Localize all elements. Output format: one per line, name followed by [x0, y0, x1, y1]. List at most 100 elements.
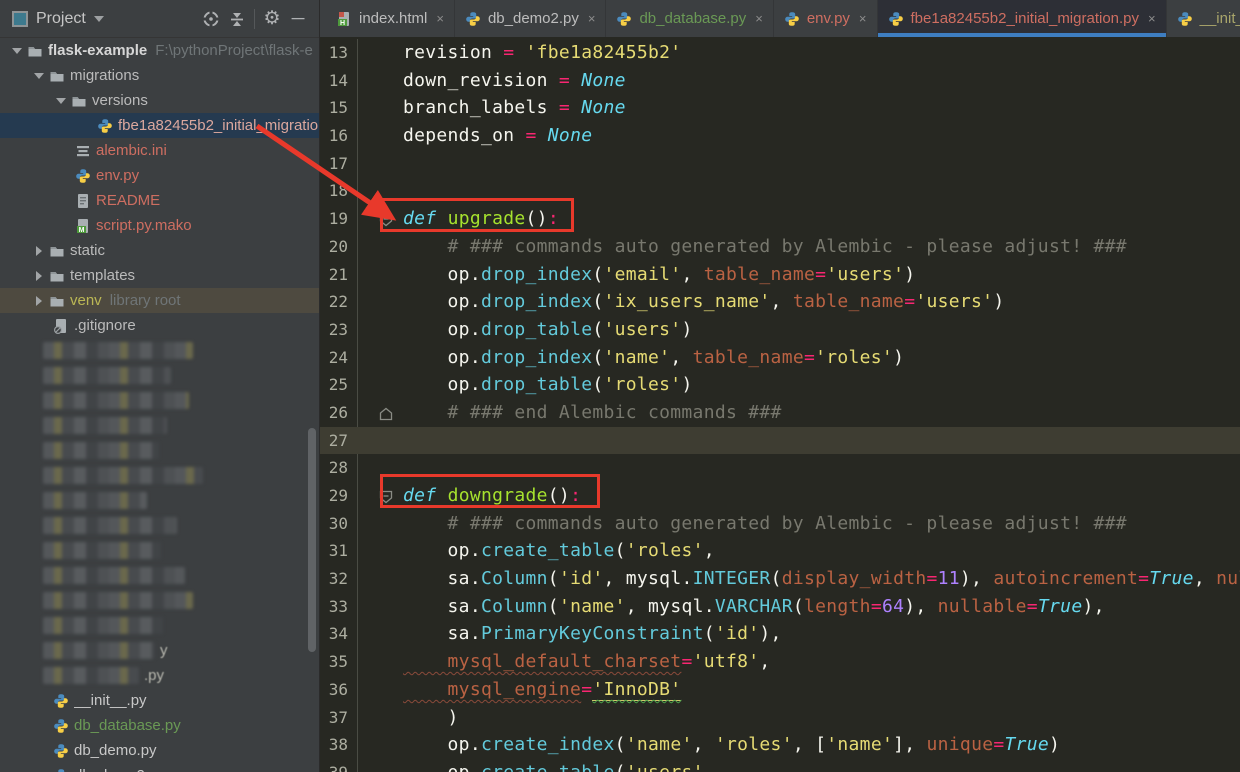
tree-item-db-demo-py[interactable]: db_demo.py	[0, 738, 319, 763]
tree-item-label: .gitignore	[74, 317, 136, 334]
tree-item-redacted[interactable]	[0, 588, 319, 613]
tree-item-readme[interactable]: README	[0, 188, 319, 213]
code-token: op.	[403, 762, 481, 772]
code-token: ,	[703, 540, 715, 562]
code-line-27[interactable]: 27	[320, 426, 1240, 455]
tree-item-flask-example[interactable]: flask-example F:\pythonProject\flask-e	[0, 38, 319, 63]
tree-item-redacted[interactable]	[0, 363, 319, 388]
tree-item-versions[interactable]: versions	[0, 88, 319, 113]
code-line-34[interactable]: 34 sa.PrimaryKeyConstraint('id'),	[320, 620, 1240, 648]
code-line-30[interactable]: 30 # ### commands auto generated by Alem…	[320, 510, 1240, 538]
code-token: # ### commands auto generated by Alembic…	[403, 235, 1127, 257]
code-line-20[interactable]: 20 # ### commands auto generated by Alem…	[320, 233, 1240, 261]
chevron-collapsed-icon[interactable]	[30, 270, 48, 281]
code-token: create_table	[481, 762, 615, 772]
project-tree-scrollbar[interactable]	[308, 428, 316, 652]
tree-item-redacted[interactable]	[0, 388, 319, 413]
tree-item-static[interactable]: static	[0, 238, 319, 263]
tree-item-redacted[interactable]	[0, 513, 319, 538]
code-line-15[interactable]: 15 branch_labels = None	[320, 94, 1240, 122]
code-line-24[interactable]: 24 op.drop_index('name', table_name='rol…	[320, 344, 1240, 372]
code-text: down_revision = None	[403, 67, 626, 95]
tab-db-demo2-py[interactable]: db_demo2.py ×	[455, 0, 607, 37]
tab-close-icon[interactable]: ×	[1148, 11, 1156, 26]
code-line-36[interactable]: 36 mysql_engine='InnoDB'	[320, 676, 1240, 704]
chevron-expanded-icon[interactable]	[8, 47, 26, 54]
code-line-33[interactable]: 33 sa.Column('name', mysql.VARCHAR(lengt…	[320, 593, 1240, 621]
code-line-35[interactable]: 35 mysql_default_charset='utf8',	[320, 648, 1240, 676]
tree-item-redacted[interactable]	[0, 338, 319, 363]
tab-close-icon[interactable]: ×	[859, 11, 867, 26]
tree-item-redacted[interactable]	[0, 463, 319, 488]
line-number: 33	[328, 596, 348, 616]
python-file-icon	[74, 168, 92, 184]
tab-close-icon[interactable]: ×	[755, 11, 763, 26]
tab-fbe1a82455b2-initial-migration-py[interactable]: fbe1a82455b2_initial_migration.py ×	[877, 0, 1167, 37]
tab-label: db_demo2.py	[487, 10, 579, 27]
code-token: )	[681, 318, 693, 340]
tree-item--gitignore[interactable]: .gitignore	[0, 313, 319, 338]
chevron-collapsed-icon[interactable]	[30, 245, 48, 256]
code-editor[interactable]: 13 revision = 'fbe1a82455b2' 14 down_revisi…	[320, 37, 1240, 772]
code-token: length	[803, 595, 871, 617]
tree-item-redacted[interactable]: .py	[0, 663, 319, 688]
tab-close-icon[interactable]: ×	[436, 11, 444, 26]
tree-item-redacted[interactable]	[0, 488, 319, 513]
tree-item-redacted[interactable]: y	[0, 638, 319, 663]
code-line-16[interactable]: 16 depends_on = None	[320, 122, 1240, 150]
tree-item-script-py-mako[interactable]: Mscript.py.mako	[0, 213, 319, 238]
code-line-37[interactable]: 37 )	[320, 704, 1240, 732]
code-line-22[interactable]: 22 op.drop_index('ix_users_name', table_…	[320, 288, 1240, 316]
locate-file-icon[interactable]	[198, 7, 224, 31]
tree-item-label: venv	[70, 292, 102, 309]
tree-item-templates[interactable]: templates	[0, 263, 319, 288]
code-line-39[interactable]: 39 op.create_table('users',	[320, 759, 1240, 772]
code-line-14[interactable]: 14 down_revision = None	[320, 67, 1240, 95]
tab-db-database-py[interactable]: db_database.py ×	[606, 0, 774, 37]
toolbar-divider	[254, 8, 255, 29]
code-token: table_name	[703, 263, 816, 285]
chevron-expanded-icon[interactable]	[30, 72, 48, 79]
tree-item-redacted[interactable]	[0, 613, 319, 638]
chevron-collapsed-icon[interactable]	[30, 295, 48, 306]
code-line-25[interactable]: 25 op.drop_table('roles')	[320, 371, 1240, 399]
code-text: )	[403, 704, 459, 732]
code-token: drop_table	[480, 318, 593, 340]
project-panel-title[interactable]: Project	[36, 10, 86, 28]
settings-gear-icon[interactable]: ⚙	[259, 7, 285, 31]
chevron-down-icon[interactable]	[93, 15, 104, 22]
code-text: mysql_default_charset='utf8',	[403, 648, 771, 676]
code-line-32[interactable]: 32 sa.Column('id', mysql.INTEGER(display…	[320, 565, 1240, 593]
tree-item-redacted[interactable]	[0, 563, 319, 588]
code-line-23[interactable]: 23 op.drop_table('users')	[320, 316, 1240, 344]
chevron-expanded-icon[interactable]	[52, 97, 70, 104]
code-token: op.	[403, 346, 481, 368]
python-file-icon	[96, 118, 114, 134]
tree-item-redacted[interactable]	[0, 413, 319, 438]
code-line-31[interactable]: 31 op.create_table('roles',	[320, 537, 1240, 565]
hide-panel-icon[interactable]: ─	[285, 7, 311, 31]
collapse-all-icon[interactable]	[224, 7, 250, 31]
code-line-21[interactable]: 21 op.drop_index('email', table_name='us…	[320, 261, 1240, 289]
code-line-13[interactable]: 13 revision = 'fbe1a82455b2'	[320, 39, 1240, 67]
tree-item-db-database-py[interactable]: db_database.py	[0, 713, 319, 738]
tree-item--init-py[interactable]: __init__.py	[0, 688, 319, 713]
tree-item-redacted[interactable]	[0, 438, 319, 463]
tree-item-fbe1a82455b2-initial-migration-py[interactable]: fbe1a82455b2_initial_migration.py	[0, 113, 319, 138]
tree-item-redacted[interactable]	[0, 538, 319, 563]
tree-item-db-demo2-py[interactable]: db_demo2.py	[0, 763, 319, 772]
code-line-26[interactable]: 26 # ### end Alembic commands ###	[320, 399, 1240, 427]
tab-close-icon[interactable]: ×	[588, 11, 596, 26]
code-line-17[interactable]: 17	[320, 150, 1240, 178]
tab-index-html[interactable]: Hindex.html ×	[326, 0, 455, 37]
tree-item-env-py[interactable]: env.py	[0, 163, 319, 188]
tab-env-py[interactable]: env.py ×	[774, 0, 878, 37]
tree-item-venv[interactable]: venv library root	[0, 288, 319, 313]
code-token: (	[547, 568, 559, 590]
tab--init-py[interactable]: __init__.py×	[1167, 0, 1240, 37]
code-line-38[interactable]: 38 op.create_index('name', 'roles', ['na…	[320, 731, 1240, 759]
fold-region-end-icon[interactable]	[379, 406, 393, 421]
code-token: nullable	[937, 595, 1027, 617]
tree-item-migrations[interactable]: migrations	[0, 63, 319, 88]
tree-item-alembic-ini[interactable]: alembic.ini	[0, 138, 319, 163]
